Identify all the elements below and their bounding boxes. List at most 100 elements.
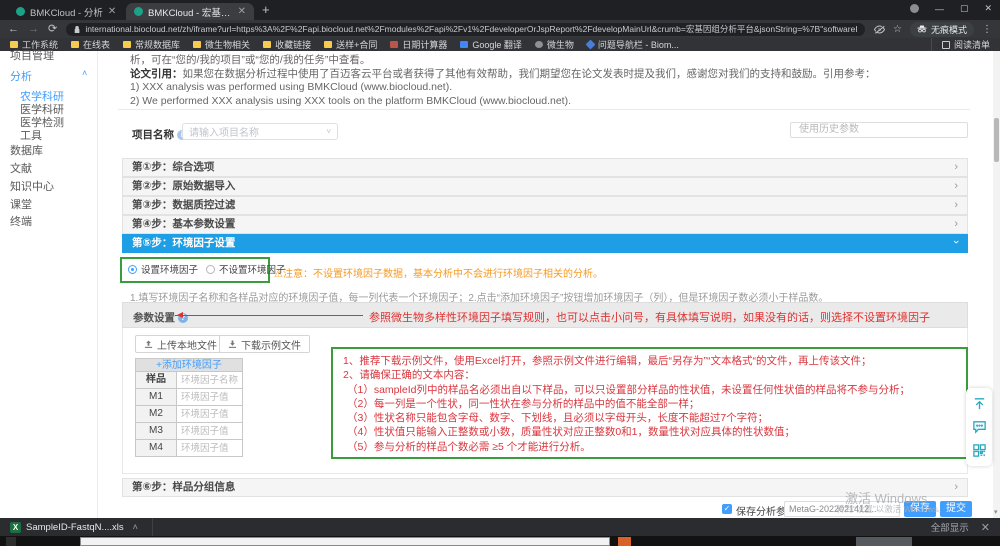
sidebar-item-project-mgmt[interactable]: 项目管理	[10, 47, 54, 63]
new-tab-button[interactable]: +	[262, 2, 270, 17]
chat-icon[interactable]	[972, 419, 987, 434]
save-button[interactable]: 保存	[904, 501, 936, 517]
param-settings-text: 参数设置	[133, 312, 175, 324]
radio-unset-env-factor[interactable]	[206, 265, 215, 274]
env-factor-value-input[interactable]	[177, 389, 242, 405]
main-content: 析，可在“您的/我的项目”或“您的/我的任务”中查看。 论文引用：如果您在数据分…	[118, 51, 970, 518]
step-row-3[interactable]: 第③步：数据质控过滤›	[122, 196, 968, 215]
taskbar-app-icon[interactable]	[618, 537, 631, 546]
bookmark-item[interactable]: 常规数据库	[123, 38, 180, 51]
step-row-2[interactable]: 第②步：原始数据导入›	[122, 177, 968, 196]
floating-widgets	[966, 388, 992, 466]
table-row-label: M2	[135, 406, 177, 423]
env-factor-name-cell	[176, 372, 243, 389]
bookmark-label: 常规数据库	[135, 38, 180, 51]
address-bar[interactable]: international.biocloud.net/zh/iframe?url…	[66, 23, 865, 36]
refresh-icon[interactable]: ⟳	[48, 24, 57, 35]
download-bar-close-icon[interactable]: ✕	[981, 521, 990, 534]
bmkcloud-favicon-icon	[16, 7, 25, 16]
add-env-factor-button[interactable]: +添加环境因子	[135, 358, 243, 372]
bookmark-item[interactable]: 微生物	[535, 38, 574, 51]
step-row-5-active[interactable]: 第⑤步：环境因子设置›	[122, 234, 968, 253]
bookmark-item[interactable]: 问题导航栏 - Biom...	[587, 38, 679, 51]
step-row-1[interactable]: 第①步：综合选项›	[122, 158, 968, 177]
tab-close-icon[interactable]: ✕	[238, 6, 246, 17]
sidebar-item-knowledge[interactable]: 知识中心	[10, 178, 54, 194]
tab-close-icon[interactable]: ✕	[108, 6, 116, 17]
bookmark-item[interactable]: 在线表	[71, 38, 110, 51]
sidebar-item-tools[interactable]: 工具	[20, 127, 42, 143]
radio-set-env-factor[interactable]	[128, 265, 137, 274]
show-all-downloads-button[interactable]: 全部显示	[931, 520, 969, 534]
sidebar-item-database[interactable]: 数据库	[10, 142, 43, 158]
minimize-button[interactable]: —	[935, 4, 944, 14]
back-icon[interactable]: ←	[8, 24, 19, 35]
history-params-button[interactable]: 使用历史参数	[790, 122, 968, 138]
window-close-button[interactable]: ✕	[984, 3, 992, 14]
note-line: （2）每一列是一个性状，同一性状在参与分析的样品中的值不能全部一样；	[343, 397, 956, 411]
sidebar-item-literature[interactable]: 文献	[10, 160, 32, 176]
scrollbar-down-arrow[interactable]: ▾	[994, 508, 998, 516]
env-factor-value-input[interactable]	[177, 423, 242, 439]
tab-metagenome-platform[interactable]: BMKCloud - 宏基因组分析平台 ✕	[126, 3, 254, 20]
incognito-chip[interactable]: 无痕模式	[910, 22, 974, 37]
maximize-button[interactable]: ▢	[960, 3, 969, 14]
bookmark-item[interactable]: 收藏链接	[263, 38, 311, 51]
bookmark-label: 收藏链接	[275, 38, 311, 51]
forward-icon[interactable]: →	[28, 24, 39, 35]
bookmark-label: 送样+合同	[336, 38, 377, 51]
table-row-label: M1	[135, 389, 177, 406]
menu-kebab-icon[interactable]: ⋮	[982, 24, 992, 35]
env-factor-value-input[interactable]	[177, 406, 242, 422]
citation-text: 论文引用：如果您在数据分析过程中使用了百迈客云平台或者获得了其他有效帮助，我们期…	[130, 66, 876, 81]
bookmark-star-icon[interactable]: ☆	[893, 24, 902, 35]
bookmark-label: 日期计算器	[402, 38, 447, 51]
bookmark-item[interactable]: 送样+合同	[324, 38, 377, 51]
globe-icon	[535, 41, 543, 48]
start-button[interactable]	[6, 537, 16, 546]
save-params-checkbox[interactable]: ✓	[722, 504, 732, 514]
tab-bmkcloud-analysis[interactable]: BMKCloud - 分析 ✕	[8, 3, 126, 20]
project-name-select[interactable]: 请输入项目名称 ˅	[182, 123, 338, 140]
taskbar-search-box[interactable]	[80, 537, 610, 546]
step-row-4[interactable]: 第④步：基本参数设置›	[122, 215, 968, 234]
folder-icon	[71, 41, 79, 48]
step-label: 第⑤步：环境因子设置	[123, 235, 967, 252]
eye-off-icon[interactable]	[874, 25, 885, 34]
upload-local-file-button[interactable]: 上传本地文件	[135, 335, 226, 353]
scrollbar-thumb[interactable]	[994, 118, 999, 162]
note-line: 2、请确保正确的文本内容：	[343, 368, 956, 382]
bmkcloud-favicon-icon	[134, 7, 143, 16]
submit-button[interactable]: 提交	[940, 501, 972, 517]
citation-ref-2: 2) We performed XXX analysis using XXX t…	[130, 95, 571, 107]
bookmark-item[interactable]: 微生物相关	[193, 38, 250, 51]
env-factor-name-input[interactable]	[177, 372, 242, 388]
warning-icon: ⚠	[274, 269, 283, 280]
page-scrollbar[interactable]: ▾	[993, 51, 1000, 518]
incognito-icon	[917, 25, 927, 33]
back-to-top-icon[interactable]	[972, 396, 987, 411]
calculator-icon	[390, 41, 398, 48]
taskbar-app-icon[interactable]	[856, 537, 912, 546]
chevron-up-icon[interactable]: ˄	[82, 68, 87, 78]
reading-list-button[interactable]: 阅读清单	[931, 38, 990, 51]
chevron-down-icon: ˅	[326, 127, 331, 136]
browser-toolbar: ← → ⟳ international.biocloud.net/zh/ifra…	[0, 20, 1000, 38]
bookmark-item[interactable]: Google 翻译	[460, 38, 522, 51]
param-name-input[interactable]	[784, 501, 900, 517]
sidebar-item-terminal[interactable]: 终端	[10, 213, 32, 229]
bookmark-item[interactable]: 日期计算器	[390, 38, 447, 51]
windows-taskbar	[0, 536, 1000, 546]
tab-search-icon[interactable]	[910, 4, 919, 13]
step-row-6[interactable]: 第⑥步：样品分组信息›	[122, 478, 968, 497]
env-factor-value-input[interactable]	[177, 440, 242, 456]
intro-text: 析，可在“您的/我的项目”或“您的/我的任务”中查看。	[130, 52, 370, 67]
download-file-chip[interactable]: X SampleID-FastqN....xls ˄	[10, 518, 146, 536]
chevron-up-icon[interactable]: ˄	[133, 522, 138, 532]
sidebar-item-classroom[interactable]: 课堂	[10, 196, 32, 212]
qr-code-icon[interactable]	[972, 443, 987, 458]
sidebar-item-analysis[interactable]: 分析	[10, 68, 32, 84]
diamond-icon	[585, 40, 595, 50]
warning-text: ⚠注意：不设置环境因子数据，基本分析中不会进行环境因子相关的分析。	[274, 265, 603, 280]
download-sample-file-button[interactable]: 下载示例文件	[219, 335, 310, 353]
